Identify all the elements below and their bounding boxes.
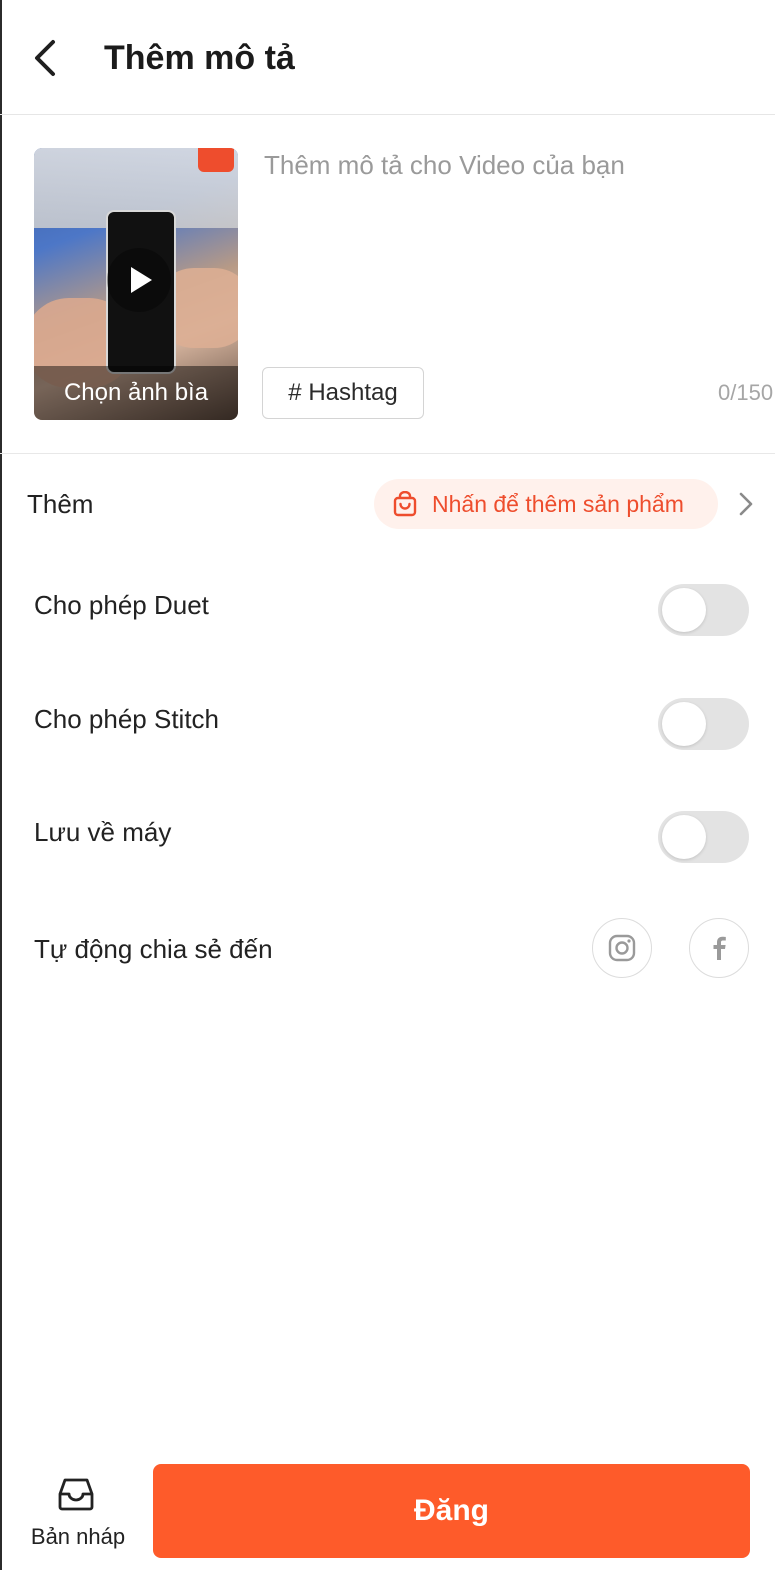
auto-share-label: Tự động chia sẻ đến [34,934,273,964]
description-input[interactable] [264,150,764,350]
instagram-icon [608,934,636,962]
add-product-chip-label: Nhấn để thêm sản phẩm [432,490,684,517]
draft-button[interactable]: Bản nháp [22,1470,134,1560]
character-counter: 0/150 [718,380,774,405]
chevron-left-icon [35,40,55,76]
back-button[interactable] [22,32,70,84]
toggle-knob [662,702,706,746]
post-button[interactable]: Đăng [153,1464,750,1558]
allow-duet-toggle[interactable] [658,584,749,636]
window-edge [0,0,2,1570]
draft-label: Bản nháp [30,1524,126,1549]
hashtag-button[interactable]: # Hashtag [262,367,424,419]
play-triangle-icon [131,267,152,293]
save-to-device-toggle[interactable] [658,811,749,863]
section-divider [0,453,775,454]
add-product-button[interactable]: Nhấn để thêm sản phẩm [374,479,718,529]
video-thumbnail[interactable]: Chọn ảnh bìa [34,148,238,420]
toggle-knob [662,588,706,632]
allow-duet-label: Cho phép Duet [34,590,209,620]
page-title: Thêm mô tả [104,39,295,77]
share-facebook-button[interactable] [689,918,749,978]
choose-cover-label[interactable]: Chọn ảnh bìa [34,366,238,420]
allow-stitch-label: Cho phép Stitch [34,704,220,734]
inbox-tray-icon [58,1478,94,1511]
share-instagram-button[interactable] [592,918,652,978]
toggle-knob [662,815,706,859]
shopping-bag-icon [392,491,418,517]
add-product-label: Thêm [27,489,94,519]
chevron-right-icon[interactable] [734,490,758,518]
facebook-icon [713,936,726,960]
shopee-logo [198,148,234,172]
top-bar: Thêm mô tả [0,0,775,115]
allow-stitch-toggle[interactable] [658,698,749,750]
save-to-device-label: Lưu về máy [34,817,172,847]
play-icon[interactable] [107,248,171,312]
